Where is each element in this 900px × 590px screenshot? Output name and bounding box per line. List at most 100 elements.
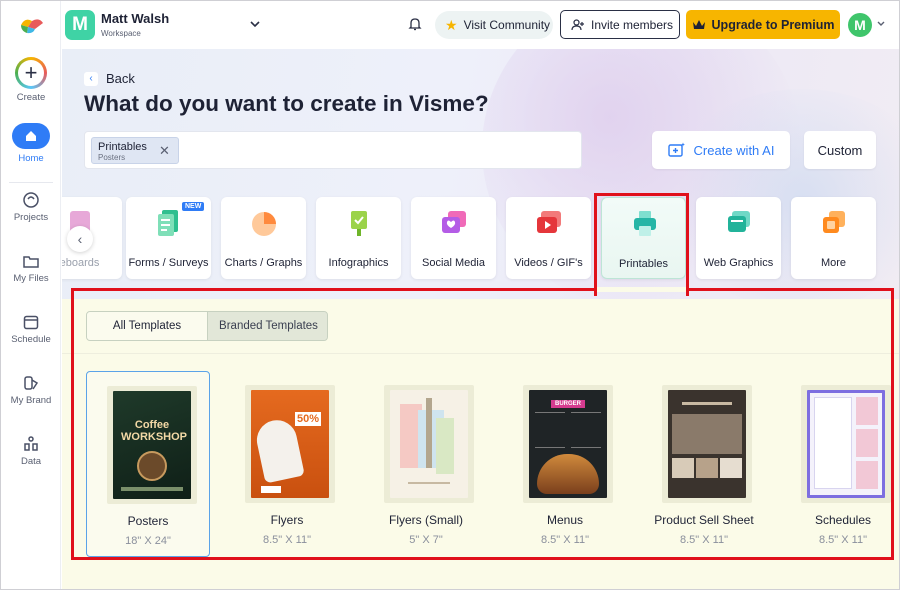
menu-list <box>571 412 601 448</box>
template-name: Menus <box>546 513 584 527</box>
shoe-image <box>253 416 305 484</box>
template-card-posters[interactable]: Coffee WORKSHOP Posters 18" X 24" <box>86 371 210 557</box>
category-card-charts-graphs[interactable]: Charts / Graphs <box>221 197 306 279</box>
visit-community-button[interactable]: ★ Visit Community <box>435 11 553 39</box>
user-avatar[interactable]: M <box>848 13 872 37</box>
sidebar-item-label: My Brand <box>10 395 52 406</box>
product-sell-sheet-thumbnail <box>668 390 746 498</box>
thumbnail-frame <box>662 385 752 503</box>
thumbnail-frame: BURGER <box>523 385 613 503</box>
thumbnail-text: BURGER <box>551 400 586 408</box>
schedule-block <box>856 397 878 425</box>
upgrade-premium-label: Upgrade to Premium <box>711 17 835 32</box>
posters-thumbnail: Coffee WORKSHOP <box>113 391 191 499</box>
sidebar-item-my-brand[interactable]: My Brand <box>1 374 61 406</box>
category-label: Forms / Surveys <box>128 257 209 269</box>
invite-members-button[interactable]: Invite members <box>560 10 680 39</box>
sidebar-item-home[interactable]: Home <box>1 123 61 164</box>
templates-panel: All Templates Branded Templates Coffee W… <box>62 299 899 589</box>
tab-branded-templates[interactable]: Branded Templates <box>208 312 327 340</box>
chip-sublabel: Posters <box>98 153 126 162</box>
template-size: 5" X 7" <box>409 534 443 546</box>
chevron-down-icon[interactable] <box>876 19 886 29</box>
chevron-left-icon: ‹ <box>84 71 98 86</box>
sidebar-item-label: Home <box>18 153 44 164</box>
sidebar-divider <box>9 182 53 183</box>
template-card-flyers[interactable]: 50% Flyers 8.5" X 11" <box>225 371 349 557</box>
template-card-flyers-small[interactable]: Flyers (Small) 5" X 7" <box>364 371 488 557</box>
template-size: 8.5" X 11" <box>263 534 311 546</box>
sidebar-item-projects[interactable]: Projects <box>1 191 61 223</box>
sidebar: + Create Home Projects My Files Schedule… <box>1 1 61 589</box>
crown-icon <box>692 19 705 29</box>
back-button[interactable]: ‹ Back <box>84 71 135 86</box>
sidebar-item-schedule[interactable]: Schedule <box>1 313 61 345</box>
data-icon <box>24 436 38 451</box>
upgrade-premium-button[interactable]: Upgrade to Premium <box>686 10 840 39</box>
template-card-menus[interactable]: BURGER Menus 8.5" X 11" <box>503 371 627 557</box>
template-card-product-sell-sheet[interactable]: Product Sell Sheet 8.5" X 11" <box>642 371 766 557</box>
category-card-forms-surveys[interactable]: NEW Forms / Surveys <box>126 197 211 279</box>
chevron-down-icon[interactable] <box>249 18 261 30</box>
category-label: Videos / GIF's <box>514 257 583 269</box>
chevron-left-icon: ‹ <box>77 231 83 247</box>
visit-community-label: Visit Community <box>463 18 551 32</box>
sidebar-item-create[interactable]: + Create <box>1 57 61 103</box>
sidebar-item-my-files[interactable]: My Files <box>1 252 61 284</box>
thumbnail-frame: Coffee WORKSHOP <box>107 386 197 504</box>
burger-image <box>537 454 599 494</box>
home-icon <box>12 123 50 149</box>
template-name: Schedules <box>814 513 872 527</box>
custom-size-button[interactable]: Custom <box>804 131 876 169</box>
ai-sparkle-icon <box>667 142 685 157</box>
category-card-videos-gifs[interactable]: Videos / GIF's <box>506 197 591 279</box>
template-name: Flyers <box>270 513 304 527</box>
close-icon[interactable]: ✕ <box>159 143 170 159</box>
category-card-social-media[interactable]: Social Media <box>411 197 496 279</box>
top-bar: M Matt Walsh Workspace ★ Visit Community… <box>61 1 899 49</box>
template-name: Flyers (Small) <box>389 513 463 527</box>
category-label: More <box>820 257 847 269</box>
category-card-infographics[interactable]: Infographics <box>316 197 401 279</box>
photo-tile <box>696 458 718 478</box>
photo-tile <box>672 458 694 478</box>
category-card-web-graphics[interactable]: Web Graphics <box>696 197 781 279</box>
search-input[interactable]: Printables Posters ✕ <box>84 131 582 169</box>
schedule-block <box>856 429 878 457</box>
sidebar-item-label: Projects <box>13 212 49 223</box>
visme-logo <box>21 19 43 34</box>
menu-list <box>535 412 565 448</box>
sidebar-item-data[interactable]: Data <box>1 435 61 467</box>
create-with-ai-button[interactable]: Create with AI <box>652 131 790 169</box>
thumbnail-frame <box>801 385 891 503</box>
template-card-schedules[interactable]: Schedules 8.5" X 11" <box>781 371 899 557</box>
template-size: 8.5" X 11" <box>819 534 867 546</box>
logo-placeholder <box>261 486 281 493</box>
category-card-more[interactable]: More <box>791 197 876 279</box>
thumbnail-footer <box>408 482 450 484</box>
create-hero: ‹ Back What do you want to create in Vis… <box>62 49 899 299</box>
workspace-avatar[interactable]: M <box>65 10 95 40</box>
star-icon: ★ <box>445 16 458 33</box>
workspace-name[interactable]: Matt Walsh <box>101 11 169 26</box>
brand-icon <box>24 376 39 390</box>
add-user-icon <box>571 18 584 30</box>
filter-chip[interactable]: Printables Posters ✕ <box>91 137 179 164</box>
template-size: 18" X 24" <box>125 535 171 547</box>
invite-members-label: Invite members <box>591 17 674 32</box>
tab-all-templates[interactable]: All Templates <box>87 312 208 340</box>
schedules-thumbnail <box>807 390 885 498</box>
scroll-left-button[interactable]: ‹ <box>67 226 93 252</box>
printer-icon <box>634 211 656 236</box>
template-tabs: All Templates Branded Templates <box>86 311 328 341</box>
flyers-small-thumbnail <box>390 390 468 498</box>
bell-icon[interactable] <box>407 16 423 32</box>
category-label: Charts / Graphs <box>224 257 303 269</box>
template-name: Posters <box>127 514 169 528</box>
category-card-printables[interactable]: Printables <box>601 197 686 279</box>
schedule-column <box>814 397 852 489</box>
schedule-block <box>856 461 878 489</box>
new-badge: NEW <box>182 202 205 211</box>
plus-icon: + <box>15 57 47 89</box>
category-label: Infographics <box>328 257 389 269</box>
